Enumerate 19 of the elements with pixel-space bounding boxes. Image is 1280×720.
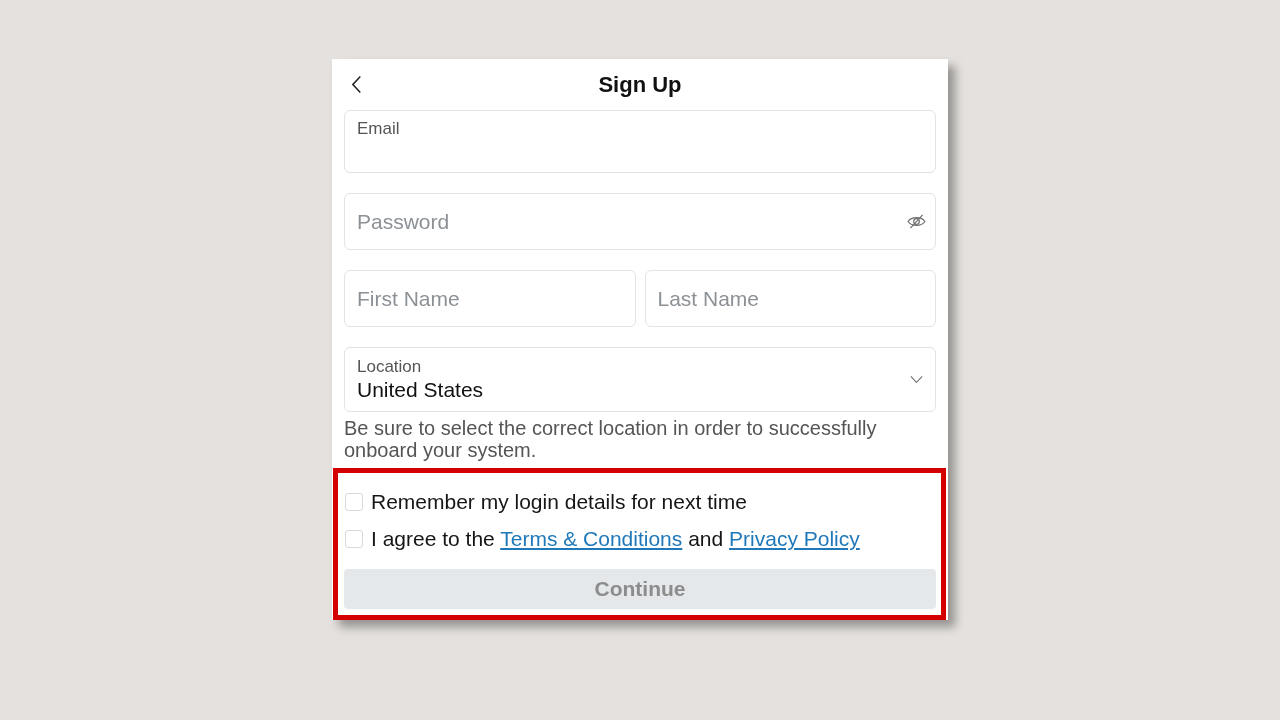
field-label: Email <box>357 118 401 139</box>
password-field[interactable]: Password <box>344 193 936 250</box>
select-value: United States <box>357 376 485 403</box>
checkbox-label: I agree to the Terms & Conditions and Privacy Policy <box>371 526 860 552</box>
chevron-down-icon <box>910 376 923 383</box>
link[interactable]: Privacy Policy <box>729 527 860 550</box>
name-input[interactable]: Last Name <box>644 270 936 327</box>
location-select[interactable]: Location United States <box>344 347 936 412</box>
checkbox[interactable] <box>345 493 363 511</box>
hide-password-icon[interactable] <box>907 214 926 229</box>
name-input[interactable]: First Name <box>344 270 636 327</box>
checkbox[interactable] <box>345 530 363 548</box>
link[interactable]: Terms & Conditions <box>500 527 683 550</box>
field-label: Location <box>357 356 423 377</box>
location-hint: Be sure to select the correct location in order to successfully onboard your system. <box>344 417 878 461</box>
page-title: Sign Up <box>598 70 682 99</box>
back-icon <box>351 75 361 93</box>
email-field[interactable]: Email <box>344 110 936 173</box>
checkbox-label: Remember my login details for next time <box>371 489 747 515</box>
